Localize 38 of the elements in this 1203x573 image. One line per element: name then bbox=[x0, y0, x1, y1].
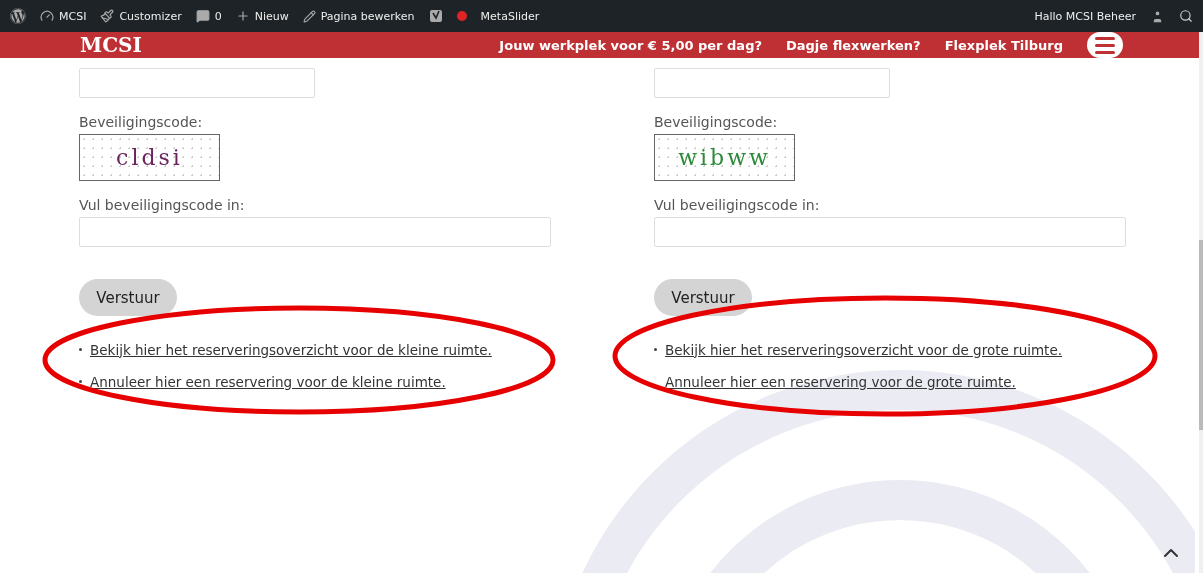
plus-icon bbox=[235, 9, 250, 23]
code-field[interactable] bbox=[654, 217, 1126, 247]
code-label: Vul beveiligingscode in: bbox=[654, 197, 821, 213]
nav-link[interactable]: Dagje flexwerken? bbox=[786, 37, 921, 53]
search-icon[interactable] bbox=[1179, 9, 1193, 23]
admin-bar-item[interactable]: MetaSlider bbox=[480, 9, 540, 23]
submit-button[interactable]: Verstuur bbox=[654, 279, 752, 316]
code-label: Vul beveiligingscode in: bbox=[79, 197, 246, 213]
avatar-icon[interactable] bbox=[1150, 8, 1165, 24]
admin-bar-item[interactable]: MCSI bbox=[40, 9, 87, 23]
admin-bar-item[interactable]: Nieuw bbox=[235, 9, 289, 23]
submit-button[interactable]: Verstuur bbox=[79, 279, 177, 316]
seo-plugin-icon[interactable] bbox=[428, 8, 443, 24]
site-logo[interactable]: MCSI bbox=[80, 33, 142, 57]
captcha-label: Beveiligingscode: bbox=[79, 114, 204, 130]
captcha-image: wibww bbox=[654, 134, 795, 181]
nav-link[interactable]: Flexplek Tilburg bbox=[944, 37, 1063, 53]
pencil-icon bbox=[302, 9, 316, 23]
comment-icon bbox=[195, 9, 210, 23]
admin-bar-item[interactable]: Pagina bewerken bbox=[302, 9, 415, 23]
reservation-link[interactable]: Annuleer hier een reservering voor de kleine ruimte. bbox=[90, 373, 446, 390]
scrollbar-thumb[interactable] bbox=[1199, 240, 1203, 430]
dashboard-icon bbox=[40, 9, 54, 23]
email-field[interactable] bbox=[79, 68, 315, 98]
captcha-image: cldsi bbox=[79, 134, 220, 181]
menu-button[interactable] bbox=[1087, 32, 1123, 58]
code-field[interactable] bbox=[79, 217, 551, 247]
admin-greeting[interactable]: Hallo MCSI Beheer bbox=[1034, 9, 1136, 23]
email-field[interactable] bbox=[654, 68, 890, 98]
reservation-link[interactable]: Bekijk hier het reserveringsoverzicht voor de grote ruimte. bbox=[665, 341, 1062, 358]
admin-bar-item[interactable]: Customizer bbox=[100, 9, 182, 23]
brush-icon bbox=[100, 9, 115, 23]
reservation-link[interactable]: Annuleer hier een reservering voor de grote ruimte. bbox=[665, 373, 1016, 390]
reservation-link[interactable]: Bekijk hier het reserveringsoverzicht voor de kleine ruimte. bbox=[90, 341, 492, 358]
admin-bar-item[interactable]: 0 bbox=[195, 9, 222, 23]
nav-link[interactable]: Jouw werkplek voor € 5,00 per dag? bbox=[499, 37, 762, 53]
wordpress-logo-icon[interactable] bbox=[10, 8, 26, 24]
captcha-label: Beveiligingscode: bbox=[654, 114, 779, 130]
